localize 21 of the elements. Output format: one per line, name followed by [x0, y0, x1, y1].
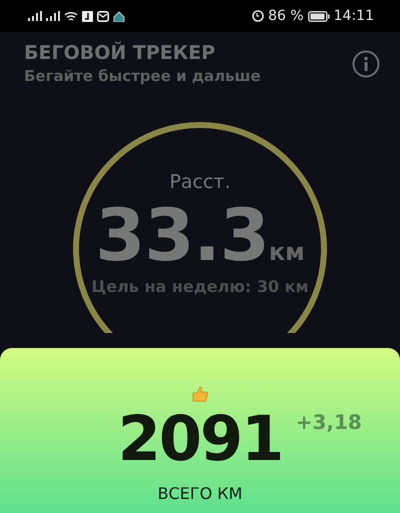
signal-icon	[28, 11, 42, 21]
total-label: ВСЕГО КМ	[158, 484, 242, 503]
info-icon[interactable]	[352, 50, 380, 78]
weekly-goal: Цель на неделю: 30 км	[91, 277, 309, 296]
mail-icon	[97, 10, 109, 22]
total-distance: 2091	[118, 408, 282, 470]
home-icon	[113, 10, 125, 22]
alarm-icon	[252, 10, 264, 22]
wifi-icon	[64, 10, 78, 22]
app-title: БЕГОВОЙ ТРЕКЕР	[24, 42, 216, 64]
battery-percent: 86 %	[268, 8, 304, 24]
signal-icon	[46, 11, 60, 21]
app-subtitle: Бегайте быстрее и дальше	[24, 67, 261, 85]
distance-unit: км	[268, 238, 305, 266]
clock-time: 14:11	[334, 8, 374, 24]
app-icon	[82, 10, 93, 22]
distance-label: Расст.	[169, 171, 231, 193]
distance-value: 33.3	[95, 199, 269, 271]
battery-icon	[308, 10, 330, 22]
distance-increase: +3,18	[296, 410, 362, 434]
thumbs-up-icon	[190, 384, 210, 404]
